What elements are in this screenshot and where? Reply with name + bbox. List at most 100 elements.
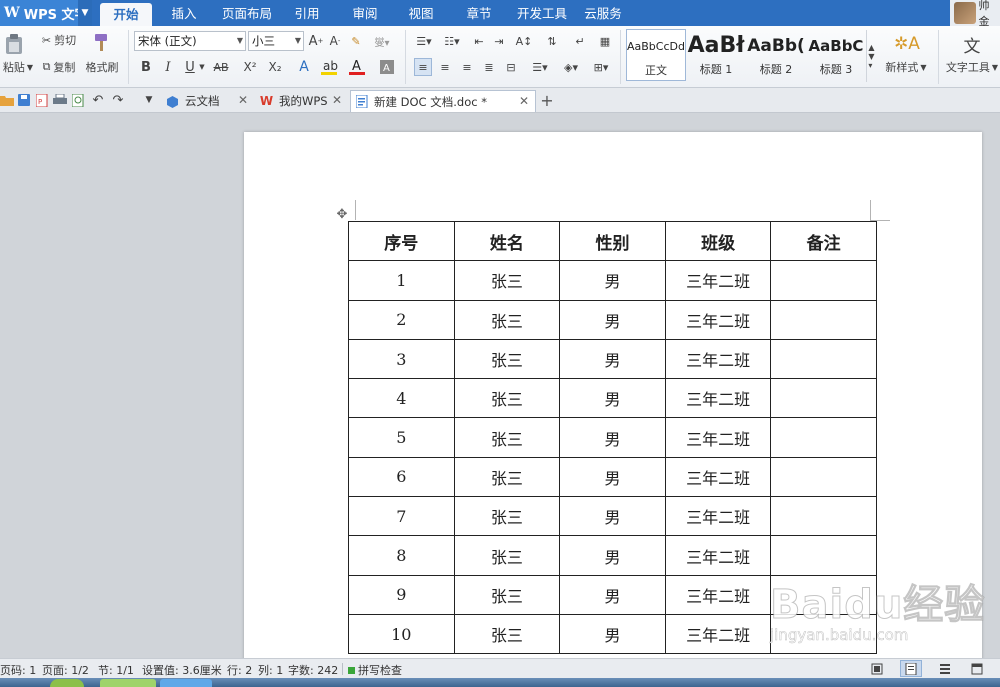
style-heading-1[interactable]: AaBł 标题 1 xyxy=(686,29,746,81)
table-cell[interactable]: 三年二班 xyxy=(664,378,772,419)
show-marks-icon[interactable]: ↵ xyxy=(570,32,590,50)
table-cell[interactable]: 张三 xyxy=(453,613,561,655)
table-cell[interactable] xyxy=(770,299,877,340)
font-color-button[interactable]: A xyxy=(346,56,368,78)
text-tools-button[interactable]: 文字工具 ▼ xyxy=(944,59,1000,75)
grow-font-button[interactable]: A + xyxy=(308,32,324,50)
page-view-icon[interactable] xyxy=(900,660,922,677)
align-center-button[interactable]: ≡ xyxy=(436,58,454,76)
header-cell[interactable]: 备注 xyxy=(770,220,877,262)
tab-review[interactable]: 审阅 xyxy=(342,0,388,26)
table-cell[interactable]: 三年二班 xyxy=(664,496,772,537)
subscript-button[interactable]: X₂ xyxy=(265,58,285,76)
tab-new-doc[interactable]: 新建 DOC 文档.doc * ✕ xyxy=(350,90,536,112)
table-cell[interactable]: 张三 xyxy=(453,378,561,419)
table-cell[interactable]: 张三 xyxy=(453,417,561,458)
table-cell[interactable]: 张三 xyxy=(453,574,561,615)
tab-my-wps[interactable]: W 我的WPS ✕ xyxy=(256,90,348,112)
justify-button[interactable]: ≣ xyxy=(480,58,498,76)
line-spacing-icon[interactable]: ☰▾ xyxy=(528,58,552,76)
undo-icon[interactable]: ↶ xyxy=(91,93,105,108)
status-word-count[interactable]: 字数: 242 xyxy=(288,662,338,678)
status-row[interactable]: 行: 2 xyxy=(227,662,252,678)
header-cell[interactable]: 姓名 xyxy=(453,220,561,262)
decrease-indent-icon[interactable]: ⇤ xyxy=(470,32,488,50)
table-cell[interactable]: 三年二班 xyxy=(664,299,772,340)
table-cell[interactable]: 男 xyxy=(559,260,666,301)
new-style-button[interactable]: 新样式 ▼ xyxy=(878,59,934,75)
align-left-button[interactable]: ≡ xyxy=(414,58,432,76)
table-cell[interactable]: 张三 xyxy=(453,456,561,498)
table-cell[interactable]: 2 xyxy=(348,299,455,340)
table-cell[interactable]: 张三 xyxy=(453,260,561,301)
tab-insert[interactable]: 插入 xyxy=(158,0,210,26)
text-effect-icon[interactable]: A xyxy=(294,58,314,76)
table-cell[interactable]: 男 xyxy=(559,613,666,655)
table-cell[interactable] xyxy=(770,338,877,380)
paste-button[interactable]: 粘贴 ▼ xyxy=(0,59,36,75)
chinese-layout-icon[interactable]: A↕ xyxy=(512,32,536,50)
export-pdf-icon[interactable]: P xyxy=(35,93,49,107)
table-cell[interactable]: 8 xyxy=(348,535,455,576)
print-icon[interactable] xyxy=(53,93,67,107)
format-painter-button[interactable]: 格式刷 xyxy=(82,59,122,75)
tab-page-layout[interactable]: 页面布局 xyxy=(216,0,278,26)
header-cell[interactable]: 班级 xyxy=(664,220,772,262)
status-page-number[interactable]: 页码: 1 xyxy=(0,662,36,678)
table-cell[interactable] xyxy=(770,574,877,615)
tab-home[interactable]: 开始 xyxy=(100,3,152,26)
tab-chapter[interactable]: 章节 xyxy=(456,0,502,26)
increase-indent-icon[interactable]: ⇥ xyxy=(490,32,508,50)
table-cell[interactable]: 三年二班 xyxy=(664,456,772,498)
table-cell[interactable] xyxy=(770,535,877,576)
table-cell[interactable]: 三年二班 xyxy=(664,260,772,301)
tab-developer[interactable]: 开发工具 xyxy=(512,0,572,26)
redo-icon[interactable]: ↷ xyxy=(111,93,125,108)
status-column[interactable]: 列: 1 xyxy=(258,662,283,678)
bullet-list-icon[interactable]: ☰▾ xyxy=(412,32,436,50)
char-shading-icon[interactable]: A xyxy=(378,58,396,76)
print-preview-icon[interactable] xyxy=(71,93,85,107)
bold-button[interactable]: B xyxy=(138,58,154,76)
table-cell[interactable] xyxy=(770,456,877,498)
close-icon[interactable]: ✕ xyxy=(238,93,248,107)
document-page[interactable]: ✥ 序号 姓名 性别 班级 备注 1 张三男三年二班 2 张三男三年二班 3 张三男三年二… xyxy=(244,132,982,658)
italic-button[interactable]: I xyxy=(160,58,176,76)
tab-references[interactable]: 引用 xyxy=(284,0,330,26)
table-grid-icon[interactable]: ▦ xyxy=(596,32,614,50)
sort-icon[interactable]: ⇅ xyxy=(543,32,561,50)
taskbar-app-button[interactable] xyxy=(100,679,156,687)
table-cell[interactable]: 三年二班 xyxy=(664,535,772,576)
shrink-font-button[interactable]: A- xyxy=(327,32,343,50)
full-screen-icon[interactable] xyxy=(866,660,888,677)
table-cell[interactable]: 男 xyxy=(559,338,666,380)
chevron-down-icon[interactable]: ▼ xyxy=(78,0,92,26)
open-folder-icon[interactable] xyxy=(0,93,14,107)
table-move-handle-icon[interactable]: ✥ xyxy=(335,208,349,222)
table-cell[interactable]: 三年二班 xyxy=(664,338,772,380)
table-cell[interactable]: 三年二班 xyxy=(664,417,772,458)
table-cell[interactable]: 男 xyxy=(559,299,666,340)
copy-button[interactable]: ⧉ 复制 xyxy=(38,59,80,75)
table-cell[interactable]: 7 xyxy=(348,496,455,537)
font-name-select[interactable]: 宋体 (正文) ▼ xyxy=(134,31,246,51)
table-cell[interactable]: 5 xyxy=(348,417,455,458)
header-cell[interactable]: 序号 xyxy=(348,220,455,262)
save-icon[interactable] xyxy=(17,93,31,107)
table-cell[interactable]: 三年二班 xyxy=(664,574,772,615)
table-cell[interactable]: 男 xyxy=(559,574,666,615)
chevron-down-icon[interactable]: ▼ xyxy=(198,58,206,76)
status-section[interactable]: 节: 1/1 xyxy=(98,662,134,678)
close-icon[interactable]: ✕ xyxy=(519,94,529,108)
table-cell[interactable]: 张三 xyxy=(453,338,561,380)
cut-button[interactable]: ✂ 剪切 xyxy=(38,32,80,48)
strikethrough-button[interactable]: AB xyxy=(210,58,232,76)
table-cell[interactable]: 10 xyxy=(348,613,455,655)
borders-icon[interactable]: ⊞▾ xyxy=(588,58,614,76)
table-cell[interactable] xyxy=(770,260,877,301)
web-view-icon[interactable] xyxy=(966,660,988,677)
close-icon[interactable]: ✕ xyxy=(332,93,342,107)
superscript-button[interactable]: X² xyxy=(240,58,260,76)
table-cell[interactable]: 6 xyxy=(348,456,455,498)
table-cell[interactable]: 张三 xyxy=(453,496,561,537)
